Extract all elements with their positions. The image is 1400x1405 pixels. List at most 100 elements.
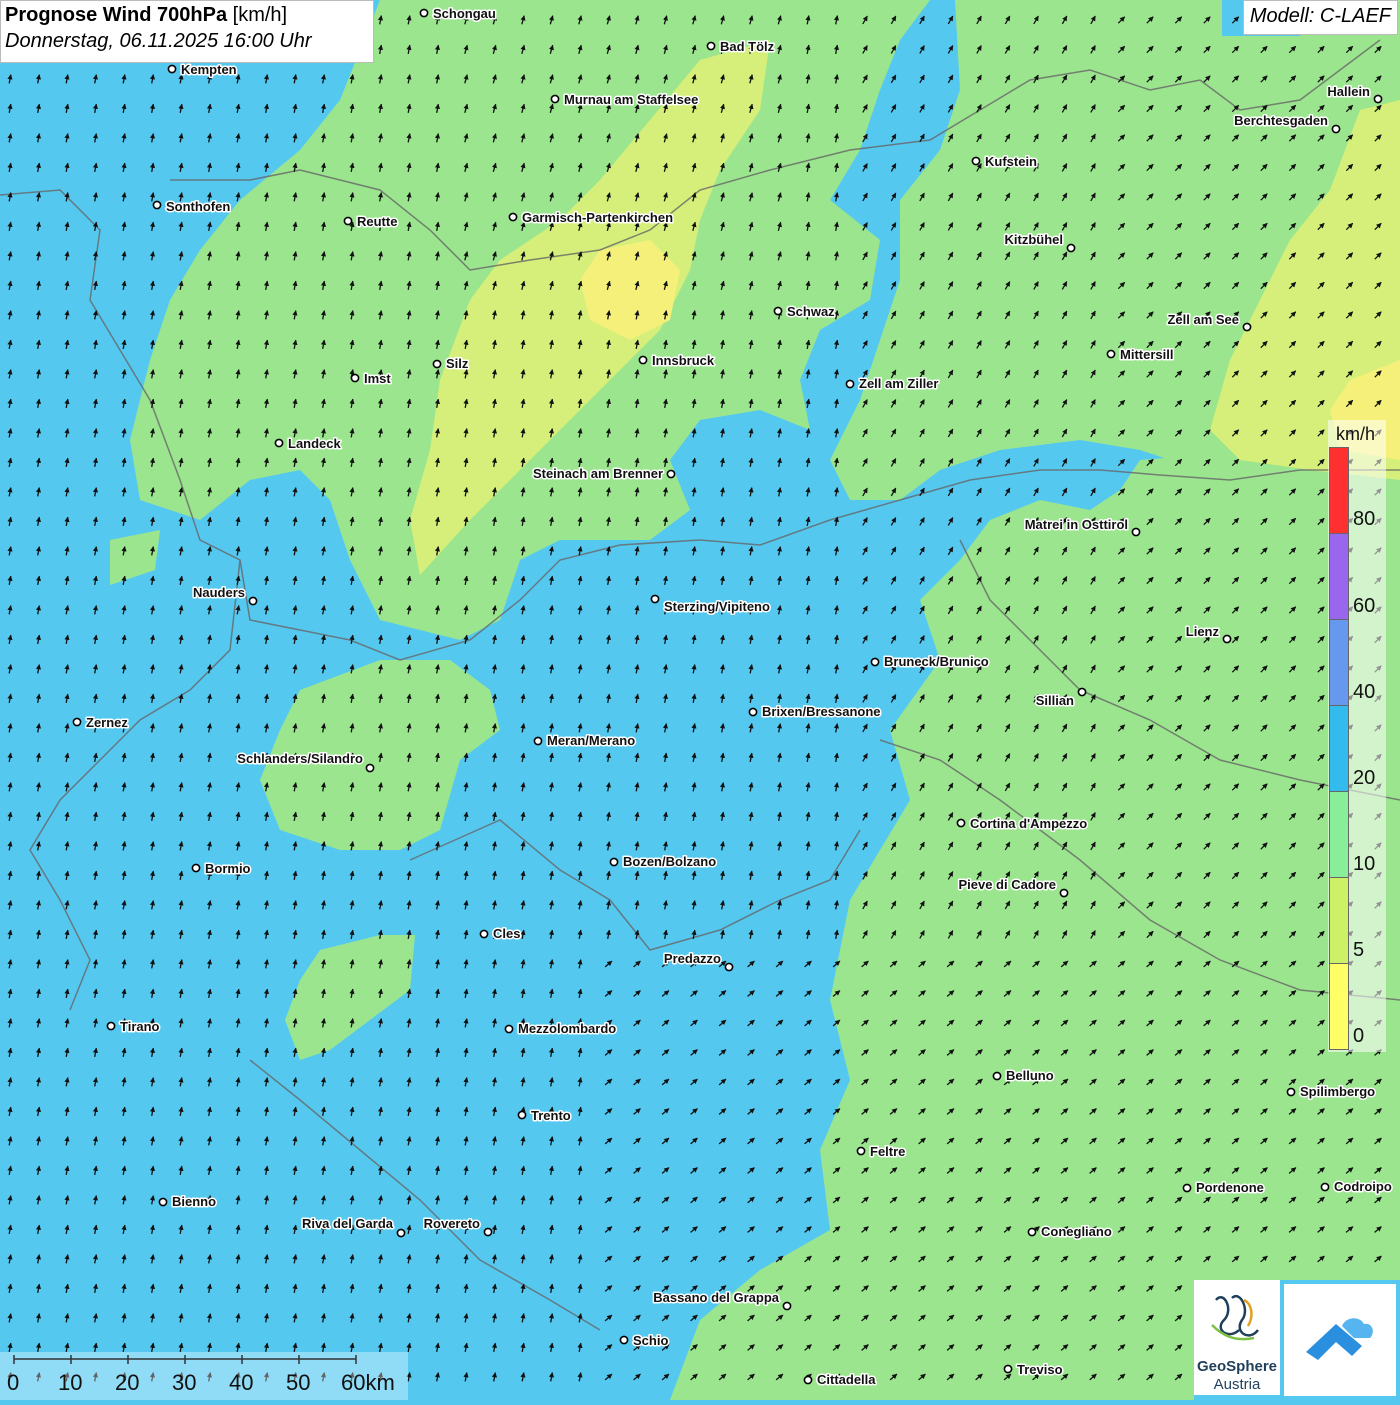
city-label: Schwaz <box>787 304 835 319</box>
city-marker-icon <box>1003 1364 1013 1374</box>
city-label: Schlanders/Silandro <box>237 751 363 766</box>
city-marker-icon <box>152 200 162 210</box>
city-marker-icon <box>191 863 201 873</box>
city-marker-icon <box>1131 527 1141 537</box>
scale-label-20: 20 <box>115 1370 140 1395</box>
city-marker-icon <box>396 1228 406 1238</box>
city-label: Berchtesgaden <box>1234 113 1328 128</box>
city-label: Bruneck/Brunico <box>884 654 989 669</box>
wind-map: Schongau Kempten Bad Tölz Murnau am Staffel… <box>0 0 1400 1400</box>
map-title: Prognose Wind 700hPa [km/h] <box>5 4 288 26</box>
city-marker-icon <box>106 1021 116 1031</box>
city-label: Sterzing/Vipiteno <box>664 599 770 614</box>
city-label: Spilimbergo <box>1300 1084 1375 1099</box>
city-label: Kempten <box>181 62 237 77</box>
legend-tick-0: 0 <box>1353 1025 1365 1047</box>
city-marker-icon <box>419 8 429 18</box>
city-marker-icon <box>1320 1182 1330 1192</box>
city-marker-icon <box>1066 243 1076 253</box>
city-marker-icon <box>609 857 619 867</box>
city-label: Mittersill <box>1120 347 1173 362</box>
city-label: Codroipo <box>1334 1179 1392 1194</box>
city-label: Cortina d'Ampezzo <box>970 816 1087 831</box>
city-marker-icon <box>1077 687 1087 697</box>
city-marker-icon <box>782 1301 792 1311</box>
city-marker-icon <box>1373 94 1383 104</box>
legend-band-20-40 <box>1329 705 1349 792</box>
city-label: Zell am Ziller <box>859 376 938 391</box>
legend-tick-40: 40 <box>1353 681 1376 703</box>
geosphere-logo-line2: Austria <box>1213 1376 1261 1393</box>
legend-band-80-plus <box>1329 447 1349 534</box>
city-marker-icon <box>803 1375 813 1385</box>
city-label: Riva del Garda <box>302 1216 394 1231</box>
city-label: Murnau am Staffelsee <box>564 92 698 107</box>
city-label: Conegliano <box>1041 1224 1112 1239</box>
city-marker-icon <box>956 818 966 828</box>
scale-label-30: 30 <box>172 1370 197 1395</box>
city-label: Bad Tölz <box>720 39 775 54</box>
city-marker-icon <box>167 64 177 74</box>
city-label: Zernez <box>86 715 128 730</box>
city-marker-icon <box>666 469 676 479</box>
city-marker-icon <box>1331 124 1341 134</box>
city-marker-icon <box>1222 634 1232 644</box>
city-label: Zell am See <box>1167 312 1239 327</box>
city-label: Cittadella <box>817 1372 876 1387</box>
city-marker-icon <box>483 1227 493 1237</box>
city-label: Kitzbühel <box>1005 232 1064 247</box>
city-marker-icon <box>724 962 734 972</box>
city-marker-icon <box>638 355 648 365</box>
city-marker-icon <box>343 216 353 226</box>
city-marker-icon <box>619 1335 629 1345</box>
city-marker-icon <box>533 736 543 746</box>
city-marker-icon <box>72 717 82 727</box>
city-label: Matrei in Osttirol <box>1025 517 1128 532</box>
city-marker-icon <box>248 596 258 606</box>
city-marker-icon <box>992 1071 1002 1081</box>
city-label: Steinach am Brenner <box>533 466 663 481</box>
city-marker-icon <box>870 657 880 667</box>
scale-label-10: 10 <box>58 1370 83 1395</box>
city-marker-icon <box>650 594 660 604</box>
city-marker-icon <box>971 156 981 166</box>
city-label: Hallein <box>1327 84 1370 99</box>
city-marker-icon <box>479 929 489 939</box>
legend-tick-60: 60 <box>1353 595 1376 617</box>
legend-band-10-20 <box>1329 791 1349 878</box>
city-label: Pieve di Cadore <box>958 877 1056 892</box>
city-label: Tirano <box>120 1019 160 1034</box>
city-label: Landeck <box>288 436 342 451</box>
city-marker-icon <box>365 763 375 773</box>
city-label: Mezzolombardo <box>518 1021 616 1036</box>
city-label: Schongau <box>433 6 496 21</box>
city-marker-icon <box>508 212 518 222</box>
city-marker-icon <box>1059 888 1069 898</box>
legend-tick-5: 5 <box>1353 939 1365 961</box>
geosphere-logo-icon <box>1211 1294 1259 1341</box>
city-marker-icon <box>274 438 284 448</box>
city-marker-icon <box>706 41 716 51</box>
city-label: Pordenone <box>1196 1180 1264 1195</box>
city-label: Reutte <box>357 214 397 229</box>
scale-label-60: 60km <box>341 1370 395 1395</box>
weather-app-logo-icon <box>1306 1318 1373 1360</box>
legend-tick-10: 10 <box>1353 853 1376 875</box>
city-label: Bassano del Grappa <box>653 1290 779 1305</box>
legend-tick-80: 80 <box>1353 508 1376 530</box>
legend-band-0-5 <box>1329 963 1349 1050</box>
scale-label-50: 50 <box>286 1370 311 1395</box>
city-label: Imst <box>364 371 391 386</box>
city-marker-icon <box>1106 349 1116 359</box>
city-label: Silz <box>446 356 469 371</box>
city-label: Rovereto <box>424 1216 480 1231</box>
model-label: Modell: C-LAEF <box>1242 0 1398 35</box>
city-marker-icon <box>1242 322 1252 332</box>
city-label: Garmisch-Partenkirchen <box>522 210 673 225</box>
color-legend: km/h 80 60 40 20 10 5 0 <box>1328 420 1386 1052</box>
city-label: Feltre <box>870 1144 905 1159</box>
geosphere-logo-line1: GeoSphere <box>1196 1358 1278 1375</box>
city-marker-icon <box>1182 1183 1192 1193</box>
legend-band-5-10 <box>1329 877 1349 964</box>
city-label: Brixen/Bressanone <box>762 704 881 719</box>
